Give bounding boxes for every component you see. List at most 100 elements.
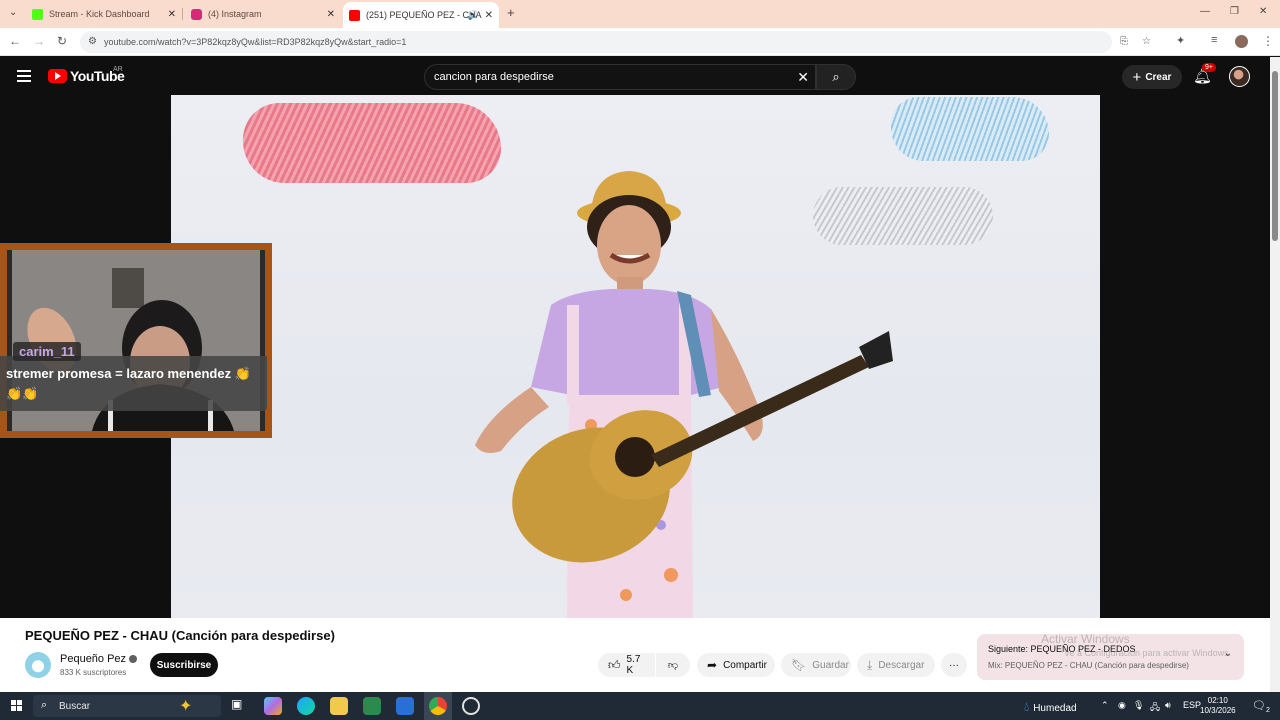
chrome-icon[interactable] <box>429 697 447 715</box>
forward-icon[interactable]: → <box>33 34 45 48</box>
network-icon[interactable]: 🖧︎ <box>1150 700 1160 716</box>
create-label: Crear <box>1145 71 1172 83</box>
share-label: Compartir <box>723 659 767 671</box>
address-bar[interactable]: ⚙ youtube.com/watch?v=3P82kqz8yQw&list=R… <box>80 31 1151 53</box>
youtube-play-icon <box>48 69 67 83</box>
tab-instagram[interactable]: (4) Instagram ✕ <box>185 4 341 24</box>
bookmark-star-icon[interactable]: ☆ <box>1142 36 1151 47</box>
volume-icon[interactable]: 🔊︎ <box>1165 700 1171 711</box>
download-icon: ⤓ <box>867 657 873 672</box>
minimize-icon[interactable]: — <box>1200 6 1210 17</box>
tab-divider <box>182 8 183 20</box>
tab-youtube-active[interactable]: (251) PEQUEÑO PEZ - CHA 🔊 ✕ <box>343 2 499 28</box>
search-input[interactable] <box>434 69 794 85</box>
browser-menu-icon[interactable]: ⋮ <box>1262 34 1274 48</box>
activate-windows-subtitle: Ve a Configuración para activar Windows. <box>1064 648 1232 658</box>
tab-title: Stream - Kick Dashboard <box>49 9 150 19</box>
activate-windows-title: Activar Windows <box>1041 632 1130 646</box>
clock-date: 10/3/2026 <box>1200 706 1236 715</box>
youtube-header: YouTube AR ✕ ⌕ +Crear 🔔︎ 9+ <box>0 57 1280 95</box>
audio-playing-icon[interactable]: 🔊 <box>468 10 479 21</box>
save-label: Guardar <box>812 659 849 671</box>
thumbs-up-icon: 👍︎ <box>608 657 621 672</box>
account-avatar[interactable] <box>1229 66 1250 87</box>
kick-favicon-icon <box>32 8 43 20</box>
notifications-button[interactable]: 🔔︎ 9+ <box>1193 63 1216 85</box>
dislike-button[interactable]: 👎︎ <box>656 653 690 677</box>
tab-kick-dashboard[interactable]: Stream - Kick Dashboard ✕ <box>26 4 182 24</box>
channel-name-text[interactable]: Pequeño Pez <box>60 653 126 665</box>
tab-search-chevron-icon[interactable]: ⌄ <box>9 7 17 18</box>
youtube-logo[interactable]: YouTube AR <box>48 66 125 84</box>
language-indicator[interactable]: ESP <box>1183 700 1201 710</box>
obs-studio-icon[interactable] <box>462 697 480 715</box>
url-text[interactable]: youtube.com/watch?v=3P82kqz8yQw&list=RD3… <box>104 37 406 47</box>
save-button[interactable]: 🔖︎ Guardar <box>781 653 851 677</box>
create-button[interactable]: + Crear <box>1122 65 1182 89</box>
clear-search-icon[interactable]: ✕ <box>797 69 809 86</box>
edge-browser-icon[interactable] <box>297 697 315 715</box>
profile-avatar[interactable] <box>1235 35 1248 48</box>
menu-icon[interactable] <box>17 70 31 82</box>
microsoft-store-icon[interactable] <box>363 697 381 715</box>
weather-label: Humedad <box>1033 703 1077 714</box>
system-clock[interactable]: 02:10 10/3/2026 <box>1200 696 1236 716</box>
close-tab-icon[interactable]: ✕ <box>168 9 176 20</box>
copilot-icon[interactable] <box>264 697 282 715</box>
like-count: 5.7 K <box>626 654 641 676</box>
scrollbar-thumb[interactable] <box>1272 71 1278 241</box>
file-explorer-icon[interactable] <box>330 697 348 715</box>
windows-taskbar: ⌕ Buscar ✦ ▣ 💧︎ Humedad ⌃ ◉ 🎙︎ 🖧︎ 🔊︎ ESP … <box>0 692 1280 720</box>
windows-start-icon[interactable] <box>11 700 23 712</box>
search-button[interactable]: ⌕ <box>816 64 856 90</box>
up-next-mix: Mix: PEQUEÑO PEZ - CHAU (Canción para de… <box>988 661 1189 670</box>
task-view-icon[interactable]: ▣ <box>231 697 249 715</box>
chat-message: stremer promesa = lazaro menendez 👏👏👏 <box>0 356 267 411</box>
show-hidden-icons-chevron-icon[interactable]: ⌃ <box>1101 700 1109 711</box>
page-scrollbar[interactable] <box>1270 57 1280 692</box>
close-tab-icon[interactable]: ✕ <box>327 9 335 20</box>
taskbar-search[interactable]: ⌕ Buscar ✦ <box>33 695 221 717</box>
reload-icon[interactable]: ↻ <box>57 34 67 48</box>
tab-title: (4) Instagram <box>208 9 262 19</box>
microphone-icon[interactable]: 🎙︎ <box>1133 700 1144 711</box>
channel-avatar[interactable] <box>25 652 51 678</box>
camera-in-use-icon[interactable]: ◉ <box>1118 700 1126 711</box>
outlook-icon[interactable] <box>396 697 414 715</box>
clock-time: 02:10 <box>1207 696 1228 705</box>
more-icon: ··· <box>949 659 959 671</box>
download-label: Descargar <box>878 659 925 671</box>
video-frame[interactable] <box>171 95 1100 618</box>
search-box[interactable]: ✕ <box>424 64 816 90</box>
subscribe-button[interactable]: Suscribirse <box>150 653 218 677</box>
browser-tab-strip: ⌄ Stream - Kick Dashboard ✕ (4) Instagra… <box>0 0 1280 28</box>
humidity-drop-icon: 💧︎ <box>1024 699 1030 714</box>
like-button[interactable]: 👍︎ 5.7 K <box>598 653 655 677</box>
bookmark-icon: 🔖︎ <box>791 658 807 672</box>
chat-message-text: stremer promesa = lazaro menendez 👏👏👏 <box>6 366 251 401</box>
thumbs-down-icon: 👎︎ <box>667 660 679 671</box>
tab-title: (251) PEQUEÑO PEZ - CHA <box>366 10 482 20</box>
extensions-icon[interactable]: ✦ <box>1176 34 1185 47</box>
instagram-favicon-icon <box>191 8 202 20</box>
weather-widget[interactable]: 💧︎ Humedad <box>1024 699 1077 715</box>
new-tab-button[interactable]: + <box>507 5 515 20</box>
media-control-icon[interactable]: ≡ <box>1211 34 1217 46</box>
install-app-icon[interactable]: ⎘ <box>1120 36 1128 47</box>
notification-count: 2 <box>1265 707 1270 715</box>
more-actions-button[interactable]: ··· <box>941 653 967 677</box>
site-info-icon[interactable]: ⚙ <box>88 36 97 47</box>
share-button[interactable]: ➦ Compartir <box>697 653 775 677</box>
country-code: AR <box>113 66 123 73</box>
video-player[interactable]: stremer promesa = lazaro menendez 👏👏👏 ca… <box>0 95 1270 618</box>
download-button[interactable]: ⤓ Descargar <box>857 653 935 677</box>
verified-icon <box>129 655 138 664</box>
back-icon[interactable]: ← <box>9 34 21 48</box>
channel-name[interactable]: Pequeño Pez <box>60 653 138 665</box>
restore-icon[interactable]: ❐ <box>1230 6 1239 17</box>
taskbar-search-label: Buscar <box>59 701 91 712</box>
search-highlight-icon: ✦ <box>179 698 193 715</box>
close-window-icon[interactable]: ✕ <box>1259 6 1267 17</box>
close-tab-icon[interactable]: ✕ <box>485 10 493 21</box>
notification-center-icon[interactable]: 🗨︎2 <box>1252 699 1270 714</box>
